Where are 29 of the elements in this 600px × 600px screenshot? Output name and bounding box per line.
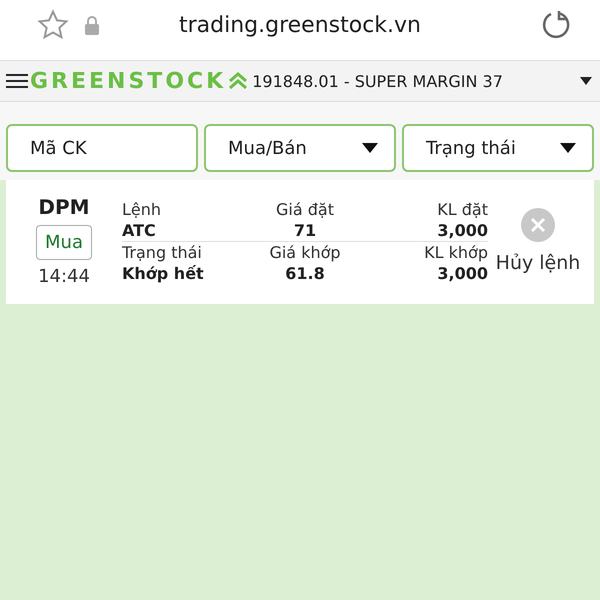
field-label: KL khớp [423,242,488,262]
dropdown-icon [560,143,576,153]
close-icon [521,208,555,242]
star-icon[interactable] [36,9,70,41]
field-label: Giá đặt [275,200,335,218]
symbol-text: DPM [38,195,90,219]
field-value: 61.8 [284,264,326,282]
field-label: Giá khớp [268,242,342,262]
chevrons-icon [228,72,248,90]
logo-text: GREENSTOCK [30,68,226,94]
select-field[interactable]: Trạng thái [402,124,594,172]
lock-icon [84,15,100,35]
account-label: 191848.01 - SUPER MARGIN 37 [252,72,503,90]
field-value: 3,000 [436,220,488,240]
side-tag: Mua [36,225,92,260]
field-value: Khớp hết [122,264,205,282]
reload-icon[interactable] [540,9,572,41]
field-label: Trạng thái [122,242,203,262]
field-value: 71 [292,220,318,240]
field-value: 3,000 [436,264,488,282]
search-field[interactable]: Mã CK [6,124,198,172]
field-value: ATC [122,220,157,240]
dropdown-icon [362,143,378,153]
menu-icon[interactable] [6,73,28,89]
caret-icon[interactable] [580,77,592,85]
select-field[interactable]: Mua/Bán [204,124,396,172]
field-label: Lệnh [122,200,162,218]
time-text: 14:44 [38,266,90,287]
field-label: KL đặt [436,200,488,218]
